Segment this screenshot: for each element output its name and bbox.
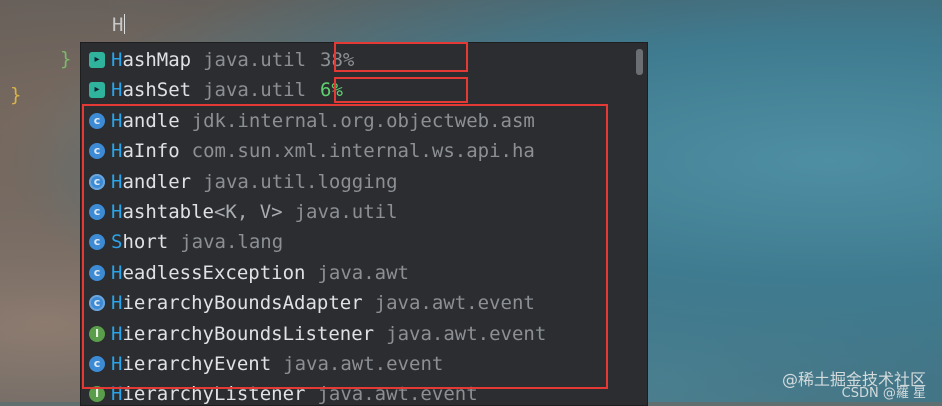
closing-brace-outer: }: [10, 84, 22, 106]
popup-scrollbar[interactable]: [633, 43, 647, 405]
template-icon: ▸: [89, 52, 105, 68]
completion-item-package: java.util: [203, 49, 307, 71]
annotation-box-hashmap-pct: [334, 42, 468, 72]
closing-brace: }: [60, 48, 72, 70]
text-caret: [124, 14, 126, 34]
watermark-csdn: CSDN @羅 星: [841, 386, 926, 401]
annotation-box-hashset-pct: [334, 77, 468, 103]
annotation-box-other-items: [82, 104, 608, 389]
scrollbar-thumb[interactable]: [636, 49, 643, 75]
typed-text: H: [112, 14, 124, 36]
completion-item-name: HashSet: [111, 79, 192, 102]
template-icon: ▸: [89, 82, 105, 99]
editor-typed-line[interactable]: H: [112, 14, 126, 36]
completion-item-package: java.util: [203, 79, 307, 102]
completion-item-name: HashMap: [111, 49, 192, 71]
